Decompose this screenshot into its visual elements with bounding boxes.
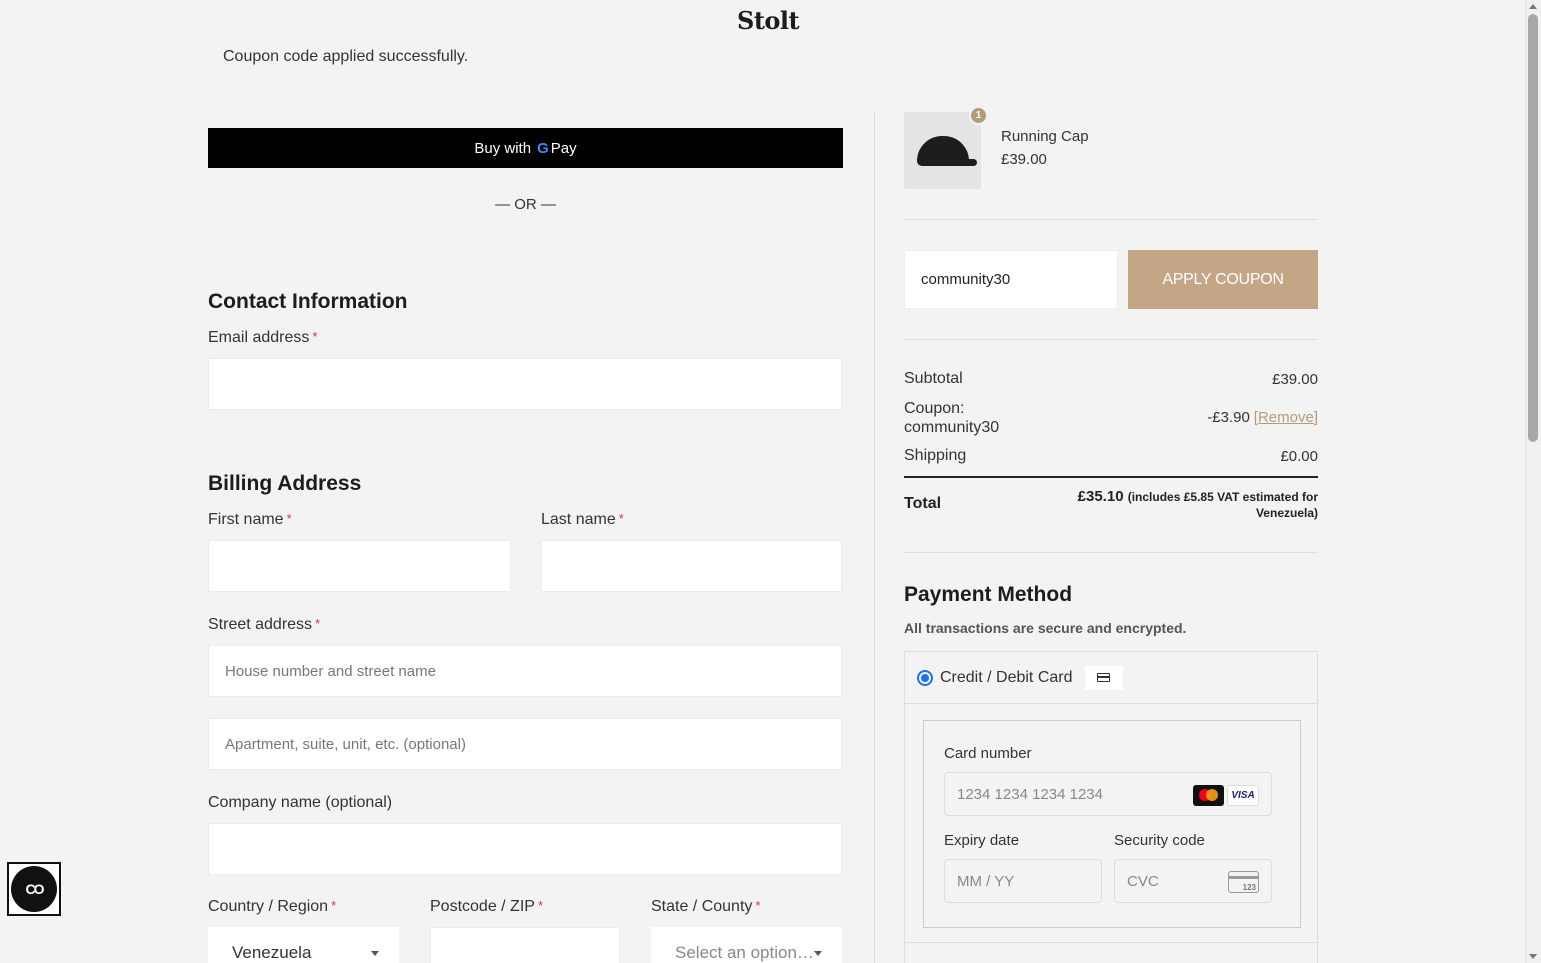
card-number-placeholder: 1234 1234 1234 1234	[957, 785, 1103, 803]
street-field[interactable]	[208, 645, 842, 697]
shipping-value: £0.00	[1280, 448, 1318, 465]
google-g-icon: G	[537, 139, 549, 157]
column-divider	[874, 112, 875, 963]
last-name-label: Last name *	[541, 511, 624, 528]
expiry-placeholder: MM / YY	[957, 872, 1015, 890]
state-label: State / County *	[651, 898, 761, 915]
scrollbar[interactable]	[1525, 0, 1541, 963]
visa-icon: VISA	[1227, 785, 1259, 806]
payment-subheading: All transactions are secure and encrypte…	[904, 620, 1187, 636]
shipping-label: Shipping	[904, 447, 967, 464]
billing-heading: Billing Address	[208, 472, 362, 495]
card-method-option[interactable]: Credit / Debit Card	[905, 652, 1317, 704]
company-label: Company name (optional)	[208, 794, 393, 811]
total-divider	[904, 476, 1318, 478]
or-divider: — OR —	[495, 196, 556, 213]
subtotal-value: £39.00	[1272, 371, 1318, 388]
card-form: Card number 1234 1234 1234 1234 VISA Exp…	[923, 720, 1301, 928]
scrollbar-thumb[interactable]	[1528, 14, 1538, 442]
card-number-field[interactable]: 1234 1234 1234 1234 VISA	[944, 772, 1272, 816]
product-price: £39.00	[1001, 151, 1047, 168]
subtotal-label: Subtotal	[904, 370, 963, 387]
google-pay-button[interactable]: Buy with G Pay	[208, 128, 843, 168]
product-name: Running Cap	[1001, 128, 1089, 145]
chevron-down-icon	[371, 951, 379, 956]
country-label: Country / Region *	[208, 898, 337, 915]
email-field[interactable]	[208, 358, 842, 410]
state-value: Select an option…	[675, 943, 814, 962]
scroll-down-icon[interactable]	[1529, 954, 1537, 959]
apply-coupon-button[interactable]: APPLY COUPON	[1128, 250, 1318, 309]
remove-coupon-link[interactable]: [Remove]	[1254, 409, 1318, 426]
coupon-success-notice: Coupon code applied successfully.	[223, 48, 469, 65]
divider	[904, 339, 1318, 340]
mastercard-icon	[1193, 785, 1224, 806]
apartment-field[interactable]	[208, 718, 842, 770]
card-method-label: Credit / Debit Card	[940, 668, 1073, 686]
card-radio[interactable]	[917, 669, 933, 686]
scroll-up-icon[interactable]	[1529, 4, 1537, 9]
company-field[interactable]	[208, 823, 842, 875]
divider	[904, 219, 1318, 220]
postcode-field[interactable]	[430, 927, 620, 963]
product-thumbnail	[904, 112, 981, 189]
chevron-down-icon	[814, 951, 822, 956]
quantity-badge: 1	[969, 106, 988, 125]
last-name-field[interactable]	[541, 540, 842, 592]
total-value: £35.10 (includes £5.85 VAT estimated for…	[1077, 488, 1318, 521]
credit-card-icon	[1084, 665, 1123, 690]
accessibility-widget-button[interactable]: CO	[7, 862, 61, 916]
expiry-field[interactable]: MM / YY	[944, 859, 1102, 903]
email-label: Email address *	[208, 329, 318, 346]
cvc-label: Security code	[1114, 832, 1205, 849]
country-select[interactable]: Venezuela	[208, 927, 399, 963]
cvc-card-icon: 123	[1228, 871, 1259, 893]
accessibility-icon: CO	[11, 866, 57, 912]
brand-logo[interactable]: Stolt	[737, 6, 800, 35]
gpay-brand: Pay	[550, 139, 577, 157]
payment-heading: Payment Method	[904, 583, 1073, 606]
coupon-label: Coupon: community30	[904, 400, 1000, 436]
divider	[904, 552, 1318, 553]
payment-methods: Credit / Debit Card Card number 1234 123…	[904, 651, 1318, 963]
country-value: Venezuela	[232, 943, 312, 962]
cvc-placeholder: CVC	[1127, 872, 1159, 890]
divider	[905, 942, 1317, 943]
coupon-input[interactable]	[904, 250, 1118, 309]
street-label: Street address *	[208, 616, 321, 633]
cap-image	[916, 135, 977, 166]
coupon-value: -£3.90	[1207, 409, 1250, 426]
card-number-label: Card number	[944, 745, 1032, 762]
expiry-label: Expiry date	[944, 832, 1020, 849]
gpay-label: Buy with	[474, 139, 532, 157]
contact-heading: Contact Information	[208, 290, 408, 313]
first-name-label: First name *	[208, 511, 292, 528]
coupon-discount: -£3.90 [Remove]	[1207, 409, 1318, 426]
first-name-field[interactable]	[208, 540, 511, 592]
postcode-label: Postcode / ZIP *	[430, 898, 543, 915]
state-select[interactable]: Select an option…	[651, 927, 842, 963]
cvc-field[interactable]: CVC 123	[1114, 859, 1272, 903]
total-label: Total	[904, 495, 942, 512]
